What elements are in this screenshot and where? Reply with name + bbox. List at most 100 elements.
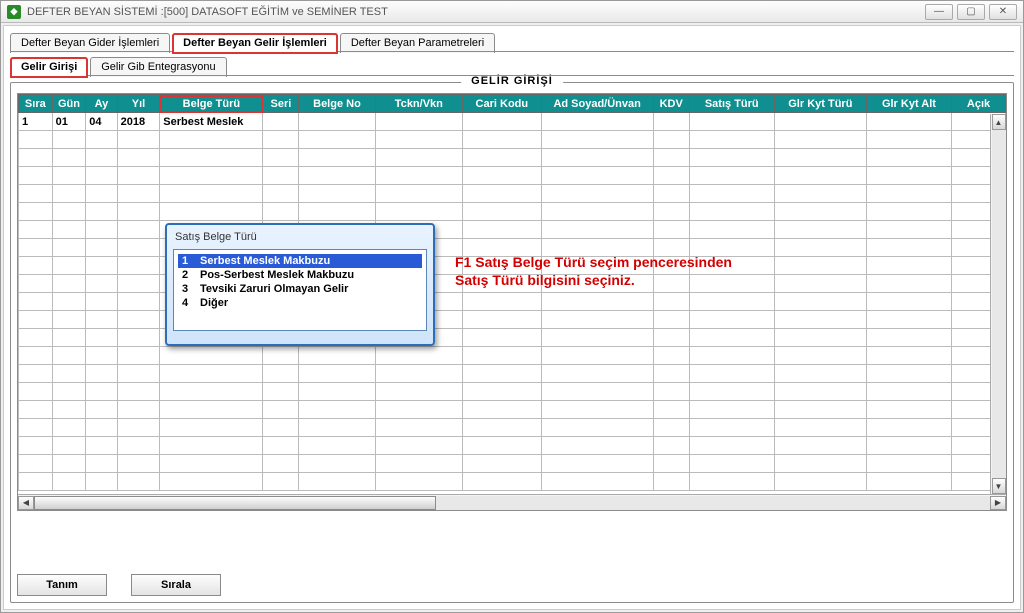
column-header-5[interactable]: Seri [263,95,299,113]
cell[interactable] [117,365,160,383]
cell[interactable] [541,221,653,239]
cell[interactable] [463,437,542,455]
cell[interactable] [689,167,774,185]
cell[interactable] [866,185,951,203]
main-tab-1[interactable]: Defter Beyan Gelir İşlemleri [172,33,338,54]
cell[interactable]: 2018 [117,113,160,131]
cell[interactable] [160,167,263,185]
cell[interactable] [19,203,53,221]
cell[interactable] [653,149,689,167]
cell[interactable] [774,167,866,185]
cell[interactable] [52,347,86,365]
cell[interactable] [774,347,866,365]
cell[interactable] [541,365,653,383]
cell[interactable] [653,167,689,185]
table-row[interactable] [19,131,1006,149]
cell[interactable] [19,239,53,257]
popup-list[interactable]: 1Serbest Meslek Makbuzu2Pos-Serbest Mesl… [173,249,427,331]
cell[interactable] [375,419,462,437]
cell[interactable] [19,419,53,437]
cell[interactable] [263,473,299,491]
cell[interactable] [541,149,653,167]
cell[interactable] [541,419,653,437]
cell[interactable] [541,329,653,347]
cell[interactable] [866,473,951,491]
popup-option-1[interactable]: 1Serbest Meslek Makbuzu [178,254,422,268]
cell[interactable] [689,347,774,365]
cell[interactable] [541,185,653,203]
cell[interactable] [86,239,117,257]
cell[interactable] [463,419,542,437]
cell[interactable] [689,185,774,203]
cell[interactable] [19,167,53,185]
cell[interactable] [653,329,689,347]
cell[interactable] [263,167,299,185]
cell[interactable] [299,149,375,167]
cell[interactable] [689,401,774,419]
column-header-8[interactable]: Cari Kodu [463,95,542,113]
table-row[interactable] [19,203,1006,221]
cell[interactable] [263,185,299,203]
maximize-button[interactable]: ▢ [957,4,985,20]
cell[interactable] [866,365,951,383]
cell[interactable] [774,221,866,239]
scroll-right-icon[interactable]: ▶ [990,496,1006,510]
table-row[interactable] [19,347,1006,365]
cell[interactable] [653,203,689,221]
cell[interactable] [463,149,542,167]
cell[interactable] [160,401,263,419]
cell[interactable] [117,293,160,311]
cell[interactable] [263,419,299,437]
cell[interactable] [160,437,263,455]
cell[interactable] [541,167,653,185]
cell[interactable] [263,365,299,383]
cell[interactable] [52,419,86,437]
cell[interactable] [463,473,542,491]
cell[interactable] [52,167,86,185]
sub-tab-0[interactable]: Gelir Girişi [10,57,88,78]
cell[interactable] [463,203,542,221]
cell[interactable] [117,185,160,203]
cell[interactable] [866,131,951,149]
cell[interactable] [653,347,689,365]
cell[interactable] [19,383,53,401]
cell[interactable] [774,185,866,203]
cell[interactable] [86,419,117,437]
cell[interactable] [19,131,53,149]
cell[interactable] [86,293,117,311]
cell[interactable] [774,383,866,401]
cell[interactable] [19,149,53,167]
cell[interactable] [263,455,299,473]
cell[interactable] [541,383,653,401]
cell[interactable] [375,347,462,365]
cell[interactable] [86,203,117,221]
cell[interactable] [19,401,53,419]
cell[interactable]: 1 [19,113,53,131]
cell[interactable] [117,329,160,347]
column-header-6[interactable]: Belge No [299,95,375,113]
cell[interactable] [86,185,117,203]
table-row[interactable] [19,167,1006,185]
column-header-13[interactable]: Glr Kyt Alt [866,95,951,113]
cell[interactable] [117,221,160,239]
cell[interactable] [160,149,263,167]
cell[interactable] [541,437,653,455]
cell[interactable] [299,383,375,401]
table-row[interactable] [19,473,1006,491]
cell[interactable] [160,203,263,221]
cell[interactable] [866,311,951,329]
cell[interactable] [299,347,375,365]
cell[interactable] [19,293,53,311]
table-row[interactable] [19,185,1006,203]
horizontal-scrollbar[interactable]: ◀ ▶ [18,494,1006,510]
cell[interactable] [86,473,117,491]
cell[interactable] [541,401,653,419]
cell[interactable] [463,401,542,419]
cell[interactable] [774,419,866,437]
cell[interactable] [689,113,774,131]
column-header-10[interactable]: KDV [653,95,689,113]
cell[interactable] [160,383,263,401]
column-header-0[interactable]: Sıra [19,95,53,113]
cell[interactable] [774,311,866,329]
cell[interactable] [263,401,299,419]
